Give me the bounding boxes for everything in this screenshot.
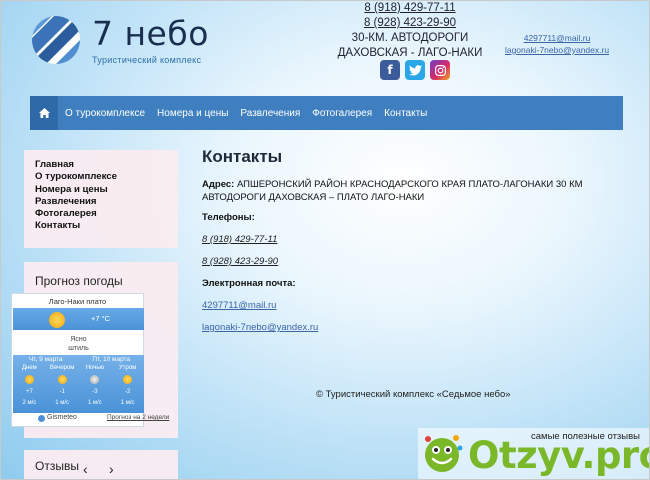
nav-item-contacts[interactable]: Контакты <box>378 108 433 119</box>
forecast-period: Утром -2 1 м/с <box>111 364 144 408</box>
sun-icon <box>24 375 34 384</box>
phone-link-2[interactable]: 8 (928) 423-29-90 <box>202 256 278 267</box>
otzyv-logo-icon <box>425 435 463 472</box>
email-link-2[interactable]: lagonaki-7nebo@yandex.ru <box>202 322 318 333</box>
sidebar-item-contacts[interactable]: Контакты <box>35 220 178 232</box>
nav-item-rooms[interactable]: Номера и цены <box>151 108 234 119</box>
email-label: Электронная почта: <box>202 278 296 289</box>
weather-forecast: Чт, 9 марта Пт, 10 марта Днем +7 2 м/с В… <box>13 355 144 413</box>
nav-item-gallery[interactable]: Фотогалерея <box>306 108 378 119</box>
sidebar-item-gallery[interactable]: Фотогалерея <box>35 208 178 220</box>
sidebar-menu: Главная О турокомплексе Номера и цены Ра… <box>24 150 178 248</box>
sidebar-item-about[interactable]: О турокомплексе <box>35 171 178 183</box>
globe-logo-icon[interactable] <box>30 14 82 66</box>
email-link-1[interactable]: 4297711@mail.ru <box>202 300 276 311</box>
forecast-wind: 1 м/с <box>55 400 70 406</box>
header-phone-2[interactable]: 8 (928) 423-29-90 <box>330 16 490 31</box>
header-location-line2: ДАХОВСКАЯ - ЛАГО-НАКИ <box>337 47 483 59</box>
forecast-period-label: Днем <box>21 365 37 371</box>
header-emails: 4297711@mail.ru lagonaki-7nebo@yandex.ru <box>497 32 617 56</box>
forecast-day-1: Чт, 9 марта <box>28 356 63 363</box>
forecast-wind: 2 м/с <box>22 400 37 406</box>
weather-description: Ясно штиль <box>13 335 144 353</box>
forecast-wind: 1 м/с <box>87 400 102 406</box>
instagram-icon[interactable] <box>430 60 450 80</box>
chevron-left-icon[interactable]: ‹ <box>83 461 88 477</box>
sidebar-item-entertainment[interactable]: Развлечения <box>35 196 178 208</box>
home-icon <box>38 108 50 118</box>
page-title: Контакты <box>202 147 283 166</box>
forecast-period: Вечером -1 1 м/с <box>46 364 79 408</box>
forecast-period-label: Вечером <box>49 365 75 371</box>
twitter-icon[interactable] <box>405 60 425 80</box>
moon-icon <box>90 375 100 384</box>
copyright: © Туристический комплекс «Седьмое небо» <box>316 389 511 400</box>
sidebar-item-rooms[interactable]: Номера и цены <box>35 184 178 196</box>
nav-item-entertainment[interactable]: Развлечения <box>234 108 306 119</box>
address-text: АПШЕРОНСКИЙ РАЙОН КРАСНОДАРСКОГО КРАЯ ПЛ… <box>202 179 583 203</box>
forecast-wind: 1 м/с <box>120 400 135 406</box>
phones-label: Телефоны: <box>202 212 255 223</box>
forecast-period-label: Ночью <box>85 365 105 371</box>
forecast-period: Днем +7 2 м/с <box>13 364 46 408</box>
main-nav: О турокомплексе Номера и цены Развлечени… <box>30 96 623 130</box>
weather-now-temp: +7 °C <box>91 314 111 323</box>
header-email-2[interactable]: lagonaki-7nebo@yandex.ru <box>497 44 617 56</box>
facebook-icon[interactable]: f <box>380 60 400 80</box>
nav-home[interactable] <box>30 96 58 130</box>
address: Адрес: АПШЕРОНСКИЙ РАЙОН КРАСНОДАРСКОГО … <box>202 178 602 204</box>
sun-icon <box>49 312 65 328</box>
brand-name[interactable]: 7 небо <box>92 14 209 53</box>
header-contacts: 8 (918) 429-77-11 8 (928) 423-29-90 30-К… <box>330 1 490 61</box>
forecast-temp: -1 <box>59 389 65 395</box>
forecast-temp: +7 <box>25 389 33 395</box>
forecast-period: Ночью -3 1 м/с <box>79 364 112 408</box>
forecast-period-label: Утром <box>118 365 137 371</box>
watermark-brand: Otzyv.pro <box>468 434 650 477</box>
weather-desc-sky: Ясно <box>70 336 87 343</box>
phone-link-1[interactable]: 8 (918) 429-77-11 <box>202 234 277 245</box>
nav-item-about[interactable]: О турокомплексе <box>58 108 151 119</box>
header-location-line1: 30-КМ. АВТОДОРОГИ <box>351 32 469 44</box>
forecast-day-2: Пт, 10 марта <box>92 356 131 363</box>
forecast-temp: -2 <box>124 389 131 395</box>
address-label: Адрес: <box>202 179 235 190</box>
chevron-right-icon[interactable]: › <box>109 461 114 477</box>
header-email-1[interactable]: 4297711@mail.ru <box>497 32 617 44</box>
sun-icon <box>57 375 67 384</box>
sidebar-item-home[interactable]: Главная <box>35 159 178 171</box>
header-phone-1[interactable]: 8 (918) 429-77-11 <box>330 1 490 16</box>
forecast-two-weeks-link[interactable]: Прогноз на 2 недели <box>107 414 169 421</box>
gismeteo-link[interactable]: Gismeteo <box>47 414 77 421</box>
weather-title: Прогноз погоды <box>35 274 123 288</box>
forecast-temp: -3 <box>92 389 98 395</box>
weather-now <box>13 308 144 330</box>
social-links: f <box>380 60 450 80</box>
brand-tagline: Туристический комплекс <box>92 55 202 65</box>
weather-desc-wind: штиль <box>68 345 89 352</box>
sun-icon <box>123 375 133 384</box>
gismeteo-icon <box>38 415 45 422</box>
weather-place: Лаго-Наки плато <box>48 297 107 306</box>
reviews-title: Отзывы <box>35 459 79 473</box>
